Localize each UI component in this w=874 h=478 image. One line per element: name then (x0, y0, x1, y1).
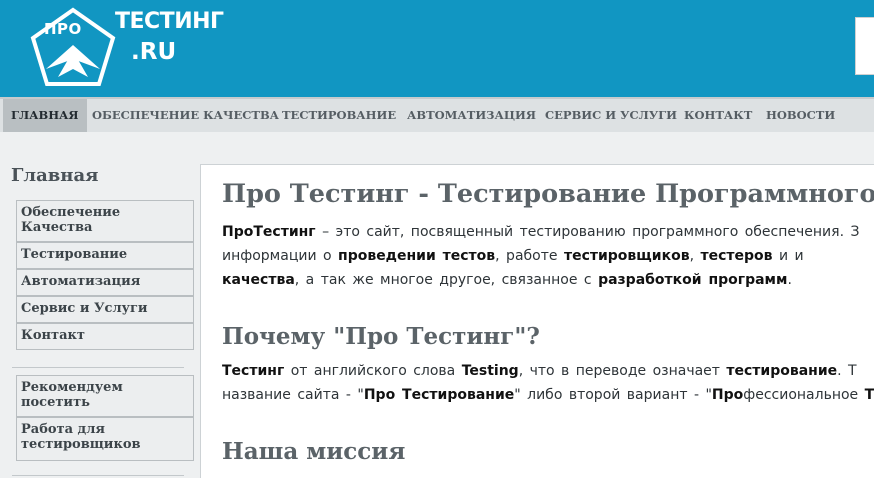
text: , (689, 248, 701, 264)
text: название сайта - " (222, 387, 364, 403)
sidebar-item-contact[interactable]: Контакт (16, 323, 194, 350)
sidebar-item-recommended[interactable]: Рекомендуем посетить (16, 375, 194, 417)
sidebar-item-label: Тестирование (21, 247, 128, 262)
nav-item-testing[interactable]: ТЕСТИРОВАНИЕ (282, 99, 396, 132)
bold-text: Тестинг (222, 363, 285, 379)
sidebar-divider (12, 367, 184, 368)
bold-text: Testing (461, 363, 519, 379)
section-title-why: Почему "Про Тестинг"? (222, 323, 540, 350)
header-search-box[interactable] (855, 17, 874, 75)
sidebar-title: Главная (11, 165, 99, 186)
sidebar-item-quality[interactable]: Обеспечение Качества (16, 200, 194, 242)
main-nav: ГЛАВНАЯ ОБЕСПЕЧЕНИЕ КАЧЕСТВА ТЕСТИРОВАНИ… (0, 97, 874, 132)
bold-text: Т (864, 387, 874, 403)
nav-item-services[interactable]: СЕРВИС И УСЛУГИ (545, 99, 677, 132)
sidebar-divider (12, 475, 184, 476)
logo-testing-text: ТЕСТИНГ (115, 9, 224, 34)
text: и и (772, 248, 804, 264)
bold-text: тестировщиков (563, 248, 690, 264)
sidebar-item-label: Рекомендуем (21, 380, 123, 395)
nav-item-contact[interactable]: КОНТАКТ (684, 99, 752, 132)
logo-ru-text: .RU (131, 39, 177, 65)
text: . Т (837, 363, 857, 379)
sidebar-item-label: посетить (21, 395, 90, 410)
site-header: ПРО ТЕСТИНГ .RU (0, 0, 874, 97)
sidebar-item-services[interactable]: Сервис и Услуги (16, 296, 194, 323)
sidebar-item-label: Обеспечение (21, 205, 121, 220)
sidebar-item-label: Качества (21, 220, 93, 235)
text: фессиональное (743, 387, 865, 403)
page-title: Про Тестинг - Тестирование Программного … (222, 179, 874, 209)
text: , работе (495, 248, 564, 264)
text: , что в переводе означает (518, 363, 727, 379)
bold-text: Про Тестирование (363, 387, 515, 403)
bold-text: разработкой программ (598, 272, 788, 288)
nav-item-automation[interactable]: АВТОМАТИЗАЦИЯ (407, 99, 536, 132)
text: информации о (222, 248, 339, 264)
bold-text: проведении тестов (338, 248, 496, 264)
section-title-mission: Наша миссия (222, 438, 406, 465)
nav-item-home[interactable]: ГЛАВНАЯ (3, 99, 87, 132)
intro-paragraph: ПроТестинг – это сайт, посвященный тести… (222, 220, 874, 292)
nav-item-news[interactable]: НОВОСТИ (766, 99, 835, 132)
main-content: Про Тестинг - Тестирование Программного … (200, 164, 874, 478)
bold-text: Про (711, 387, 744, 403)
text: " либо второй вариант - " (514, 387, 712, 403)
bold-text: качества (222, 272, 295, 288)
sidebar-item-label: Сервис и Услуги (21, 301, 148, 316)
text: . (787, 272, 792, 288)
sidebar-item-label: тестировщиков (21, 437, 141, 452)
logo-pentagon-icon[interactable] (30, 7, 116, 87)
bold-text: тестеров (700, 248, 773, 264)
text: , а так же многое другое, связанное с (294, 272, 599, 288)
sidebar-item-label: Работа для (21, 422, 105, 437)
sidebar-item-jobs[interactable]: Работа для тестировщиков (16, 417, 194, 461)
sidebar-item-label: Автоматизация (21, 274, 141, 289)
sidebar-item-testing[interactable]: Тестирование (16, 242, 194, 269)
bold-text: ПроТестинг (222, 224, 316, 240)
logo-pro-text: ПРО (44, 20, 82, 38)
text: от английского слова (284, 363, 462, 379)
why-paragraph: Тестинг от английского слова Testing, чт… (222, 359, 874, 407)
bold-text: тестирование (726, 363, 838, 379)
sidebar-item-automation[interactable]: Автоматизация (16, 269, 194, 296)
text: – это сайт, посвященный тестированию про… (315, 224, 860, 240)
nav-item-quality[interactable]: ОБЕСПЕЧЕНИЕ КАЧЕСТВА (92, 99, 279, 132)
sidebar-item-label: Контакт (21, 328, 85, 343)
